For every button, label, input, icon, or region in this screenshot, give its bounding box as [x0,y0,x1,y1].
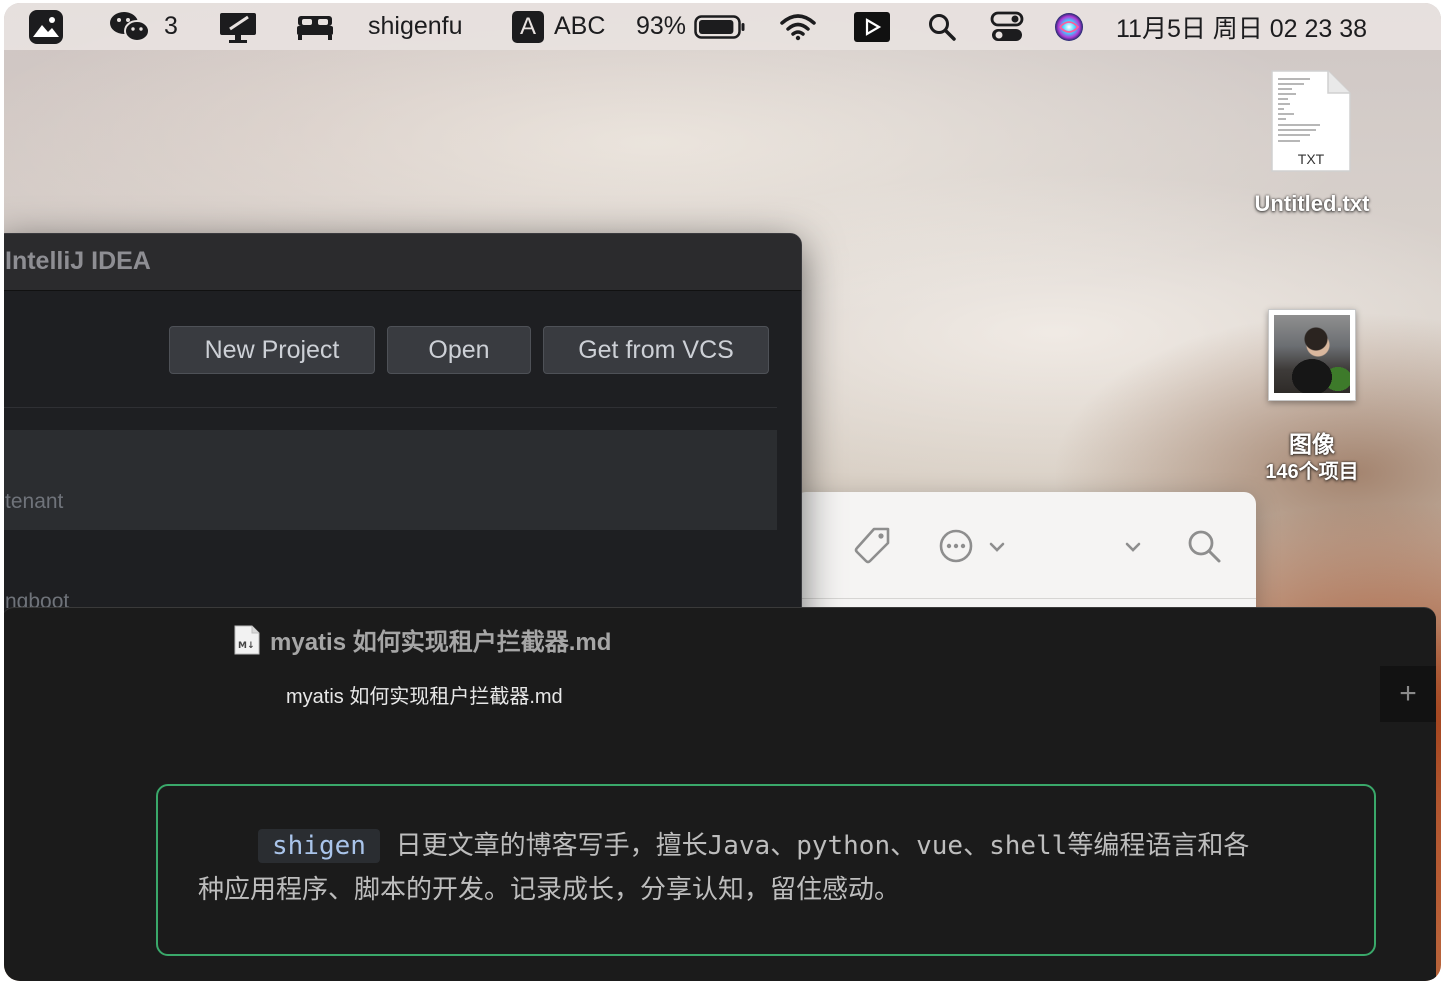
intro-callout[interactable]: shigen 日更文章的博客写手，擅长Java、python、vue、shell… [156,784,1376,956]
document-tab[interactable]: myatis 如何实现租户拦截器.md [286,680,563,709]
new-tab-button[interactable]: + [1380,666,1436,722]
chevron-down-icon[interactable] [1124,540,1142,558]
intro-line: shigen 日更文章的博客写手，擅长Java、python、vue、shell… [198,824,1334,868]
input-method-label[interactable]: ABC [554,3,605,50]
clock[interactable]: 11月5日 周日 02 23 38 [1116,3,1367,50]
input-method-icon[interactable]: A [512,3,544,50]
photos-icon[interactable] [28,3,64,50]
battery-icon[interactable] [694,3,746,50]
window-title-text: myatis 如何实现租户拦截器.md [270,629,612,656]
screen-mirror-icon[interactable] [218,3,258,50]
username[interactable]: shigenfu [368,3,463,50]
photo-thumbnail-icon [1268,309,1356,401]
wechat-icon[interactable] [108,3,152,50]
markdown-file-icon: M↓ [234,625,260,654]
finder-toolbar-divider [794,598,1256,599]
desktop-file-label[interactable]: Untitled.txt [1232,191,1392,217]
divider [4,407,777,408]
tag-icon[interactable] [852,526,892,571]
recent-project-selected[interactable] [4,430,777,530]
desktop-file-untitled[interactable]: TXT [1270,69,1352,173]
wifi-icon[interactable] [780,3,816,50]
spotlight-search-icon[interactable] [928,3,956,50]
desktop: 3 shigenfu A ABC 93% 11月5日 周日 02 23 38 T… [4,3,1441,981]
battery-percent: 93% [636,12,687,40]
image-folder-label[interactable]: 图像 [1232,425,1392,459]
window-title: IntelliJ IDEA [5,247,151,275]
new-project-button[interactable]: New Project [169,326,375,374]
search-icon[interactable] [1186,528,1222,569]
intellij-welcome-window: IntelliJ IDEA New Project Open Get from … [4,233,802,653]
bed-icon[interactable] [296,3,334,50]
window-title[interactable]: M↓ myatis 如何实现租户拦截器.md [234,622,611,657]
inline-code: shigen [258,829,380,863]
menu-bar: 3 shigenfu A ABC 93% 11月5日 周日 02 23 38 [4,3,1441,50]
open-button[interactable]: Open [387,326,531,374]
markdown-editor-window: M↓ myatis 如何实现租户拦截器.md myatis 如何实现租户拦截器.… [4,607,1436,981]
wechat-count: 3 [164,12,178,40]
recent-project-name[interactable]: tenant [5,490,63,514]
image-folder-count: 146个项目 [1265,461,1359,483]
siri-icon[interactable] [1054,3,1084,50]
get-from-vcs-button[interactable]: Get from VCS [543,326,769,374]
chevron-down-icon[interactable] [988,540,1006,558]
txt-badge: TXT [1297,151,1325,167]
intro-text: 日更文章的博客写手，擅长Java、python、vue、shell等编程语言和各 [379,831,1250,861]
window-titlebar[interactable]: IntelliJ IDEA [4,234,801,291]
desktop-image-folder[interactable] [1268,309,1356,401]
svg-text:M↓: M↓ [238,641,255,651]
more-actions-icon[interactable] [938,528,974,569]
control-center-icon[interactable] [990,3,1024,50]
media-player-icon[interactable] [854,3,890,50]
intro-line: 种应用程序、脚本的开发。记录成长，分享认知，留住感动。 [198,875,901,905]
